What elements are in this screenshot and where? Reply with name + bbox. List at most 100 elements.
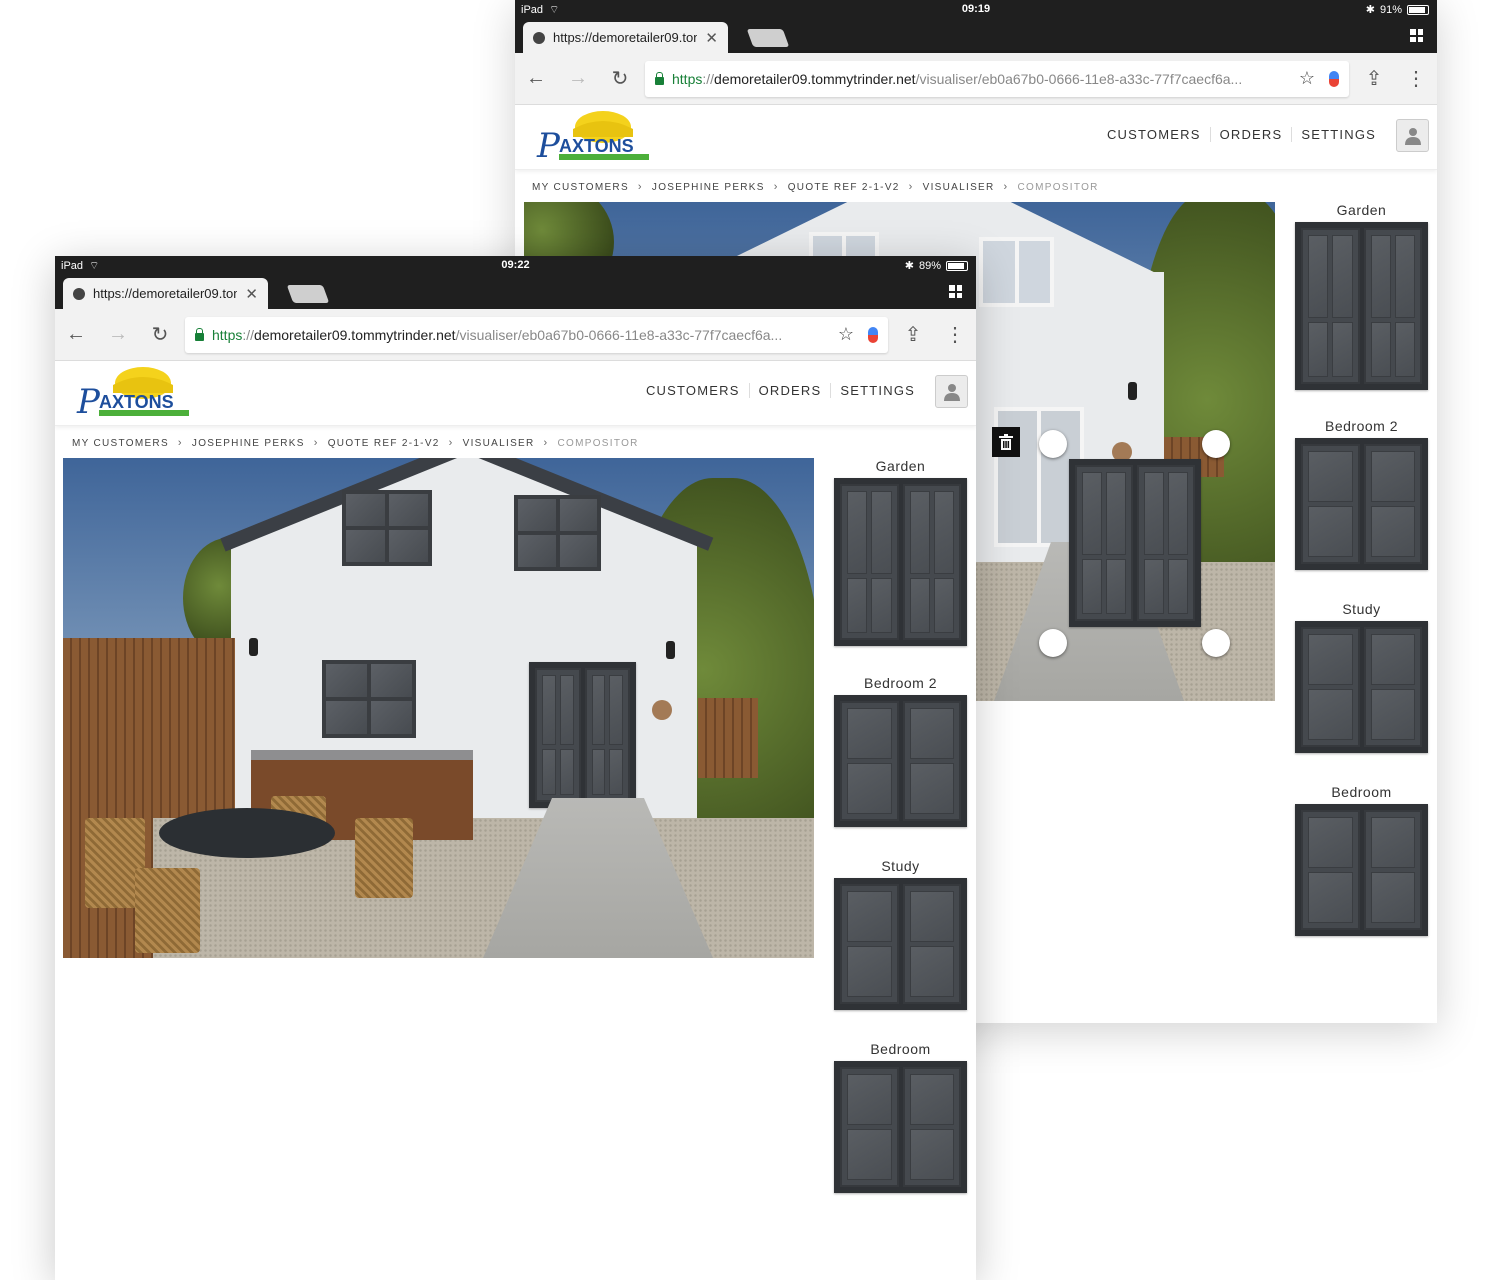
door-thumbnail[interactable] <box>834 878 967 1010</box>
mic-icon[interactable] <box>1329 70 1339 87</box>
crumb-customer[interactable]: JOSEPHINE PERKS <box>192 438 305 449</box>
new-tab-button[interactable] <box>746 29 790 47</box>
paxtons-logo[interactable]: P AXTONS <box>533 107 653 167</box>
crumb-my-customers[interactable]: MY CUSTOMERS <box>72 438 169 449</box>
resize-handle-bottom-left[interactable] <box>1039 629 1067 657</box>
mic-icon[interactable] <box>868 326 878 343</box>
breadcrumb: MY CUSTOMERS › JOSEPHINE PERKS › QUOTE REF… <box>515 170 1437 204</box>
nav-orders[interactable]: ORDERS <box>750 383 832 398</box>
resize-handle-top-left[interactable] <box>1039 430 1067 458</box>
catalog-item-bedroom[interactable]: Bedroom <box>1295 784 1428 936</box>
site-header: P AXTONS CUSTOMERS ORDERS SETTINGS <box>515 105 1437 170</box>
browser-tab[interactable]: https://demoretailer09.tom ✕ <box>63 278 268 309</box>
door-thumbnail[interactable] <box>1295 621 1428 753</box>
nav-settings[interactable]: SETTINGS <box>1292 127 1385 142</box>
url-host: demoretailer09.tommytrinder.net <box>254 326 456 343</box>
nav-customers[interactable]: CUSTOMERS <box>637 383 750 398</box>
crumb-quote[interactable]: QUOTE REF 2-1-V2 <box>328 438 440 449</box>
catalog-item-study[interactable]: Study <box>1295 601 1428 753</box>
crumb-visualiser[interactable]: VISUALISER <box>463 438 535 449</box>
url-path: /visualiser/eb0a67b0-0666-11e8-a33c-77f7… <box>455 326 783 343</box>
catalog-item-bedroom-2[interactable]: Bedroom 2 <box>1295 418 1428 570</box>
forward-arrow-icon[interactable]: → <box>557 67 599 90</box>
catalog-item-bedroom-2[interactable]: Bedroom 2 <box>834 675 967 827</box>
address-bar[interactable]: https://demoretailer09.tommytrinder.net/… <box>185 316 888 353</box>
svg-text:AXTONS: AXTONS <box>559 136 634 156</box>
placed-door[interactable] <box>529 662 636 808</box>
favicon-icon <box>73 287 85 300</box>
door-thumbnail[interactable] <box>834 695 967 827</box>
star-icon[interactable]: ☆ <box>838 324 854 345</box>
catalog-label: Study <box>1342 601 1381 617</box>
browser-tab[interactable]: https://demoretailer09.tom ✕ <box>523 22 728 53</box>
placed-door-overlay[interactable] <box>1069 459 1201 627</box>
url-text[interactable]: https://demoretailer09.tommytrinder.net/… <box>212 327 826 343</box>
tab-strip: https://demoretailer09.tom ✕ <box>55 275 976 309</box>
more-icon[interactable]: ⋮ <box>1395 66 1437 91</box>
house-photo-canvas[interactable] <box>63 458 814 958</box>
close-tab-icon[interactable]: ✕ <box>705 29 718 47</box>
url-path: /visualiser/eb0a67b0-0666-11e8-a33c-77f7… <box>915 70 1243 87</box>
nav-settings[interactable]: SETTINGS <box>831 383 924 398</box>
user-menu-button[interactable] <box>935 375 968 408</box>
star-icon[interactable]: ☆ <box>1299 68 1315 89</box>
tab-switcher-icon[interactable] <box>1410 29 1423 42</box>
user-menu-button[interactable] <box>1396 119 1429 152</box>
url-scheme: https <box>672 70 703 87</box>
breadcrumb: MY CUSTOMERS › JOSEPHINE PERKS › QUOTE REF… <box>55 426 976 460</box>
tab-switcher-icon[interactable] <box>949 285 962 298</box>
reload-icon[interactable]: ↻ <box>599 66 641 91</box>
share-icon[interactable]: ⇪ <box>892 322 934 347</box>
main-nav: CUSTOMERS ORDERS SETTINGS <box>637 383 924 398</box>
crumb-my-customers[interactable]: MY CUSTOMERS <box>532 182 629 193</box>
window-upper-right[interactable] <box>514 495 601 571</box>
nav-orders[interactable]: ORDERS <box>1211 127 1293 142</box>
trash-icon[interactable] <box>992 427 1020 457</box>
forward-arrow-icon[interactable]: → <box>97 323 139 346</box>
status-time: 09:22 <box>501 259 530 271</box>
resize-handle-top-right[interactable] <box>1202 430 1230 458</box>
close-tab-icon[interactable]: ✕ <box>245 285 258 303</box>
main-nav: CUSTOMERS ORDERS SETTINGS <box>1098 127 1385 142</box>
site-header: P AXTONS CUSTOMERS ORDERS SETTINGS <box>55 361 976 426</box>
crumb-compositor: COMPOSITOR <box>1017 181 1099 193</box>
tab-title: https://demoretailer09.tom <box>93 286 238 301</box>
window-lower[interactable] <box>322 660 416 738</box>
crumb-visualiser[interactable]: VISUALISER <box>923 182 995 193</box>
door-thumbnail[interactable] <box>1295 438 1428 570</box>
lock-icon <box>195 327 204 341</box>
paxtons-logo[interactable]: P AXTONS <box>73 363 193 423</box>
status-bar: iPad ⌔ 09:19 ✱ 91% <box>515 0 1437 19</box>
catalog-item-garden[interactable]: Garden <box>1295 202 1428 390</box>
chevron-right-icon: › <box>773 181 779 193</box>
door-thumbnail[interactable] <box>834 1061 967 1193</box>
more-icon[interactable]: ⋮ <box>934 322 976 347</box>
url-separator: :// <box>242 326 255 343</box>
resize-handle-bottom-right[interactable] <box>1202 629 1230 657</box>
user-icon <box>1404 127 1421 145</box>
new-tab-button[interactable] <box>286 285 330 303</box>
catalog-item-bedroom[interactable]: Bedroom <box>834 1041 967 1193</box>
chevron-right-icon: › <box>1003 181 1009 193</box>
door-thumbnail[interactable] <box>1295 804 1428 936</box>
catalog-item-study[interactable]: Study <box>834 858 967 1010</box>
share-icon[interactable]: ⇪ <box>1353 66 1395 91</box>
window-upper-left[interactable] <box>342 490 432 566</box>
door-thumbnail[interactable] <box>1295 222 1428 390</box>
back-arrow-icon[interactable]: ← <box>55 323 97 346</box>
chevron-right-icon: › <box>177 437 183 449</box>
url-text[interactable]: https://demoretailer09.tommytrinder.net/… <box>672 71 1287 87</box>
crumb-customer[interactable]: JOSEPHINE PERKS <box>652 182 765 193</box>
chevron-right-icon: › <box>313 437 319 449</box>
browser-toolbar: ← → ↻ https://demoretailer09.tommytrinde… <box>515 53 1437 105</box>
catalog-item-garden[interactable]: Garden <box>834 458 967 646</box>
crumb-quote[interactable]: QUOTE REF 2-1-V2 <box>788 182 900 193</box>
address-bar[interactable]: https://demoretailer09.tommytrinder.net/… <box>645 60 1349 97</box>
nav-customers[interactable]: CUSTOMERS <box>1098 127 1211 142</box>
door-thumbnail[interactable] <box>834 478 967 646</box>
battery-icon <box>946 260 968 271</box>
back-arrow-icon[interactable]: ← <box>515 67 557 90</box>
svg-text:P: P <box>536 126 561 166</box>
reload-icon[interactable]: ↻ <box>139 322 181 347</box>
catalog-label: Bedroom 2 <box>1325 418 1398 434</box>
